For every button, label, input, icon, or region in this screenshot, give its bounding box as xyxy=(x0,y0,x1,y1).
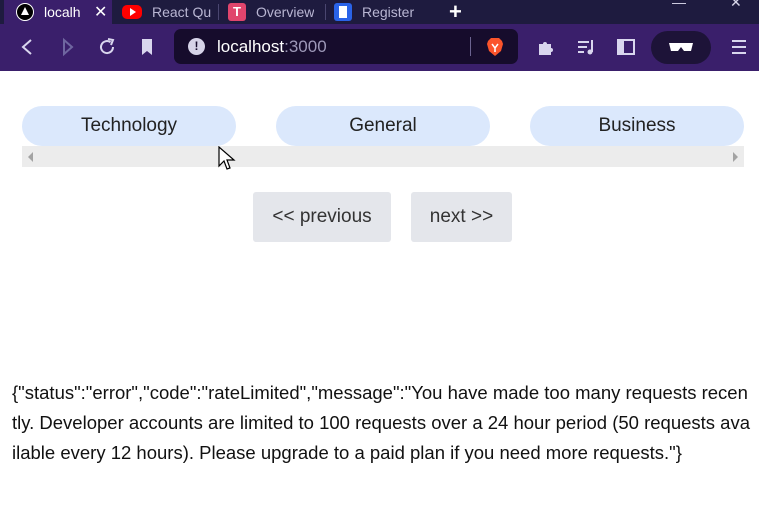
api-error-message: {"status":"error","code":"rateLimited","… xyxy=(12,382,751,463)
previous-page-button[interactable]: << previous xyxy=(253,192,391,242)
sidebar-icon[interactable] xyxy=(615,36,637,58)
brave-shield-icon[interactable] xyxy=(484,36,506,58)
tab-register[interactable]: Register xyxy=(334,0,426,24)
extensions-icon[interactable] xyxy=(535,36,557,58)
browser-toolbar: ! localhost:3000 xyxy=(0,24,759,71)
mouse-cursor-icon xyxy=(218,146,236,170)
url-host: localhost xyxy=(217,37,285,56)
minimize-icon[interactable]: ― xyxy=(672,0,686,10)
register-icon xyxy=(334,3,352,21)
tab-label: Register xyxy=(362,4,415,20)
category-general-button[interactable]: General xyxy=(276,106,490,146)
tab-label: React Qu xyxy=(152,4,212,20)
scroll-left-icon[interactable] xyxy=(28,152,33,162)
tab-separator xyxy=(218,4,219,20)
tab-strip: localh ✕ React Qu T Overview Register + … xyxy=(0,0,759,24)
scroll-right-icon[interactable] xyxy=(733,152,738,162)
forward-icon[interactable] xyxy=(56,36,78,58)
urlbar-divider xyxy=(470,37,471,56)
tab-label: Overview xyxy=(256,4,315,20)
reload-icon[interactable] xyxy=(96,36,118,58)
private-window-pill[interactable] xyxy=(651,31,711,64)
nextjs-icon xyxy=(16,3,34,21)
private-glasses-icon xyxy=(669,43,693,51)
horizontal-scrollbar[interactable] xyxy=(22,146,744,167)
category-scroller: Technology General Business xyxy=(22,106,744,146)
url-port: :3000 xyxy=(284,37,327,56)
category-business-button[interactable]: Business xyxy=(530,106,744,146)
url-text[interactable]: localhost:3000 xyxy=(217,37,327,57)
back-icon[interactable] xyxy=(17,36,39,58)
plus-icon[interactable]: + xyxy=(449,0,462,24)
youtube-icon xyxy=(122,5,142,19)
category-technology-button[interactable]: Technology xyxy=(22,106,236,146)
next-page-button[interactable]: next >> xyxy=(411,192,512,242)
tab-localhost[interactable]: localh ✕ xyxy=(4,0,112,24)
playlist-icon[interactable] xyxy=(575,36,597,58)
close-window-icon[interactable]: ✕ xyxy=(730,0,742,11)
site-info-icon[interactable]: ! xyxy=(188,38,205,55)
bookmark-icon[interactable] xyxy=(136,36,158,58)
menu-icon[interactable] xyxy=(728,36,750,58)
address-bar[interactable]: ! localhost:3000 xyxy=(174,29,518,64)
tab-label: localh xyxy=(44,4,81,20)
tab-overview[interactable]: T Overview xyxy=(228,0,322,24)
tab-react-query[interactable]: React Qu xyxy=(120,0,216,24)
t-logo-icon: T xyxy=(228,3,246,21)
tab-close-icon[interactable]: ✕ xyxy=(94,2,107,22)
tab-separator xyxy=(325,4,326,20)
